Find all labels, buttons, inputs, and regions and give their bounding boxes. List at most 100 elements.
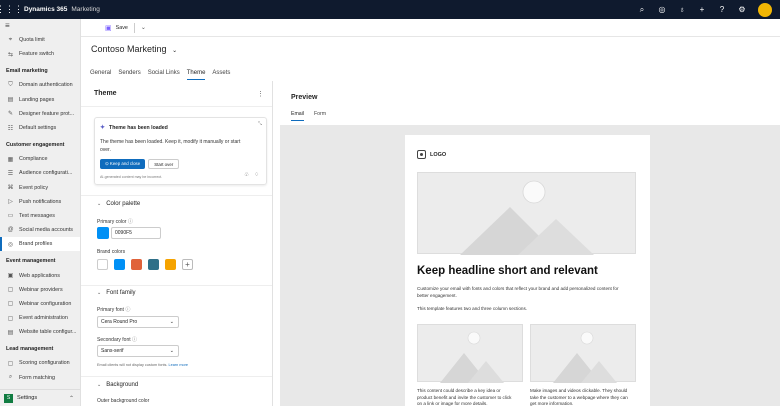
sidebar-item-label: Web applications	[19, 272, 60, 279]
keep-and-close-button[interactable]: ⊙ Keep and close	[100, 159, 146, 169]
tab-social-links[interactable]: Social Links	[148, 70, 180, 80]
area-switcher[interactable]: S Settings ⌃	[0, 389, 80, 406]
info-icon: ⓘ	[125, 307, 131, 313]
avatar[interactable]	[758, 2, 772, 17]
sidebar-item-compliance[interactable]: ▦ Compliance	[0, 152, 80, 166]
feedback: ♧ ♢	[239, 172, 259, 178]
secondary-font-select[interactable]: Sans-serif ⌄	[97, 345, 179, 357]
sidebar-item-website-table-configur[interactable]: ▤ Website table configur...	[0, 325, 80, 339]
sidebar-item-text-messages[interactable]: ▭ Text messages	[0, 209, 80, 223]
hero-image-placeholder[interactable]	[417, 172, 636, 255]
chevron-down-icon[interactable]: ⌄	[141, 24, 146, 31]
sidebar-item-event-policy[interactable]: ⌘ Event policy	[0, 181, 80, 195]
column-image-placeholder[interactable]	[417, 324, 523, 383]
primary-font-select[interactable]: Cera Round Pro ⌄	[97, 316, 179, 328]
secondary-font-label: Secondary font ⓘ	[97, 336, 137, 343]
email-headline[interactable]: Keep headline short and relevant	[417, 265, 598, 277]
save-icon[interactable]: ▣	[105, 24, 112, 32]
chevron-down-icon: ⌄	[169, 319, 174, 325]
font-family-heading: Font family	[106, 290, 136, 296]
tab-general[interactable]: General	[90, 70, 111, 80]
brand-color-swatch[interactable]	[165, 259, 176, 270]
column-text[interactable]: This content could describe a key idea o…	[417, 388, 517, 406]
sidebar-item-label: Feature switch	[19, 51, 55, 58]
email-body-paragraph-2[interactable]: This template features two and three col…	[417, 306, 627, 313]
sidebar-item-label: Text messages	[19, 212, 55, 219]
sidebar-item-landing-pages[interactable]: ▤ Landing pages	[0, 93, 80, 107]
collapse-icon[interactable]: ⤡	[258, 121, 262, 127]
start-over-button[interactable]: Start over	[148, 159, 180, 169]
background-header[interactable]: ⌄ Background	[81, 382, 272, 388]
primary-color-input[interactable]: 0090F5	[111, 227, 161, 239]
sidebar-item-social-media-accounts[interactable]: @ Social media accounts	[0, 223, 80, 237]
sidebar-item-event-administration[interactable]: ▢ Event administration	[0, 311, 80, 325]
preview-canvas: LOGO Keep headline short and relevant Cu…	[280, 125, 780, 406]
more-options-icon[interactable]: ⋮	[257, 90, 264, 98]
sidebar-item-audience-configurati[interactable]: ☰ Audience configurati...	[0, 166, 80, 180]
add-color-icon[interactable]: +	[182, 259, 193, 270]
brand-colors-label: Brand colors	[97, 249, 126, 255]
sidebar-item-push-notifications[interactable]: ▷ Push notifications	[0, 195, 80, 209]
learn-more-link[interactable]: Learn more	[169, 363, 188, 367]
sidebar-item-label: Brand profiles	[19, 241, 53, 248]
chevron-down-icon: ⌄	[172, 48, 178, 54]
page-icon: ▤	[7, 97, 14, 104]
sidebar-item-webinar-configuration[interactable]: ▢ Webinar configuration	[0, 297, 80, 311]
tab-assets[interactable]: Assets	[212, 70, 230, 80]
preview-tab-form[interactable]: Form	[314, 111, 326, 121]
outer-background-label: Outer background color	[97, 398, 150, 404]
gear-icon[interactable]: ⚙	[732, 5, 752, 14]
brand-color-swatch[interactable]	[114, 259, 125, 270]
settings-icon: ☷	[7, 125, 14, 132]
command-bar: ▣ Save ⌄	[81, 19, 780, 37]
save-button[interactable]: Save	[116, 25, 128, 31]
app-name[interactable]: Dynamics 365	[24, 6, 67, 13]
sidebar: ≡ ⌖ Quota limit ⇆ Feature switch Email marke…	[0, 19, 81, 406]
sidebar-item-feature-switch[interactable]: ⇆ Feature switch	[0, 47, 80, 61]
primary-font-label-text: Primary font	[97, 307, 124, 313]
app-launcher-icon[interactable]: ⋮⋮⋮	[0, 0, 23, 19]
page-title-text: Contoso Marketing	[91, 44, 167, 54]
tab-senders[interactable]: Senders	[118, 70, 140, 80]
sidebar-item-brand-profiles[interactable]: ◎ Brand profiles	[0, 237, 80, 252]
primary-color-swatch[interactable]	[97, 227, 109, 239]
sidebar-item-domain-authentication[interactable]: ⛉ Domain authentication	[0, 78, 80, 92]
background-section: ⌄ Background Outer background color	[81, 382, 272, 404]
tab-theme[interactable]: Theme	[186, 70, 206, 80]
preview-tab-email[interactable]: Email	[291, 111, 304, 121]
sidebar-group-heading: Event management	[6, 258, 56, 265]
sidebar-item-quota-limit[interactable]: ⌖ Quota limit	[0, 33, 80, 47]
color-palette-header[interactable]: ⌄ Color palette	[81, 201, 272, 207]
sidebar-item-label: Social media accounts	[19, 227, 73, 234]
thumbs-up-icon[interactable]: ♧	[244, 172, 249, 178]
email-body-paragraph[interactable]: Customize your email with fonts and colo…	[417, 286, 627, 299]
font-note-text: Email clients will not display custom fo…	[97, 363, 168, 367]
message-icon: ▭	[7, 213, 14, 220]
help-icon[interactable]: ?	[712, 5, 732, 14]
sidebar-item-web-applications[interactable]: ▣ Web applications	[0, 268, 80, 282]
lightbulb-icon[interactable]: ♁	[672, 5, 692, 14]
ai-theme-card: ⤡ ✦ Theme has been loaded The theme has …	[94, 117, 267, 185]
sidebar-item-webinar-providers[interactable]: ▢ Webinar providers	[0, 283, 80, 297]
chevron-down-icon: ⌄	[97, 382, 102, 388]
sidebar-item-default-settings[interactable]: ☷ Default settings	[0, 121, 80, 135]
font-family-header[interactable]: ⌄ Font family	[81, 290, 272, 296]
plus-icon[interactable]: +	[692, 5, 712, 14]
sidebar-item-label: Domain authentication	[19, 82, 73, 89]
sidebar-item-designer-feature-prot[interactable]: ✎ Designer feature prot...	[0, 107, 80, 121]
target-icon[interactable]: ◎	[652, 5, 672, 14]
search-icon[interactable]: ⌕	[632, 5, 652, 15]
page-title[interactable]: Contoso Marketing ⌄	[91, 44, 177, 54]
ai-card-actions: ⊙ Keep and close Start over	[100, 159, 261, 169]
brand-color-swatch[interactable]	[131, 259, 142, 270]
sidebar-item-form-matching[interactable]: ⌕ Form matching	[0, 371, 80, 385]
sidebar-item-label: Webinar configuration	[19, 300, 72, 307]
brand-color-swatch[interactable]	[148, 259, 159, 270]
column-image-placeholder[interactable]	[530, 324, 636, 383]
column-text[interactable]: Make images and videos clickable. They s…	[530, 388, 630, 406]
hamburger-icon[interactable]: ≡	[0, 19, 80, 33]
quota-icon: ⌖	[8, 36, 13, 43]
thumbs-down-icon[interactable]: ♢	[254, 172, 259, 178]
sidebar-item-scoring-configuration[interactable]: ▢ Scoring configuration	[0, 356, 80, 370]
brand-color-swatch[interactable]	[97, 259, 108, 270]
